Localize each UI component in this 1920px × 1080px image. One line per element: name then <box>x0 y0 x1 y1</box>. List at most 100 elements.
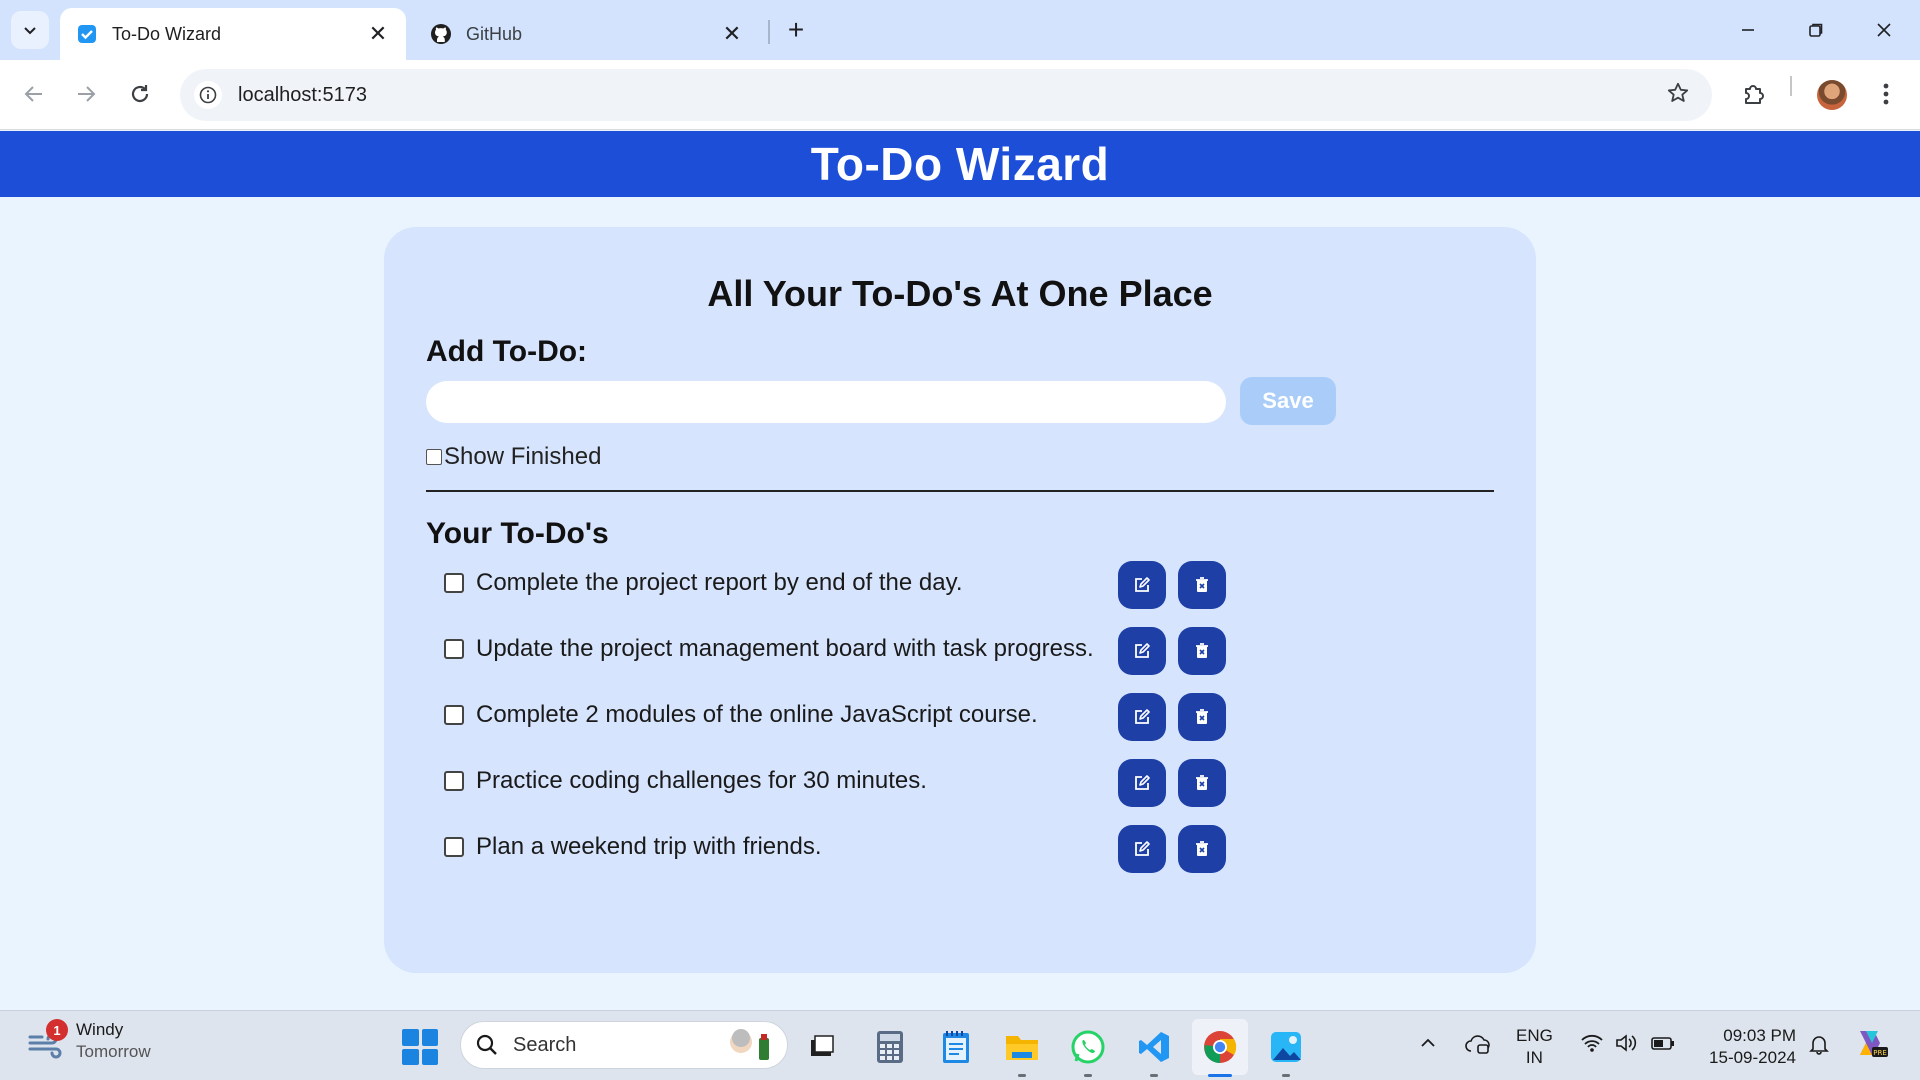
edit-button[interactable] <box>1118 561 1166 609</box>
browser-tab-strip: To-Do Wizard ✕ GitHub ✕ + <box>0 0 1920 60</box>
bookmark-star-icon[interactable] <box>1666 81 1690 110</box>
todo-text: Complete the project report by end of th… <box>476 569 963 596</box>
tab-separator <box>768 20 770 44</box>
todo-list-title: Your To-Do's <box>426 517 609 550</box>
card-title: All Your To-Do's At One Place <box>707 273 1213 314</box>
github-icon <box>430 23 452 45</box>
todo-text: Complete 2 modules of the online JavaScr… <box>476 701 1038 728</box>
clock-time: 09:03 PM <box>1723 1026 1796 1045</box>
edit-button[interactable] <box>1118 627 1166 675</box>
delete-button[interactable] <box>1178 561 1226 609</box>
todo-item: Complete the project report by end of th… <box>442 561 1442 627</box>
site-info-icon[interactable] <box>194 81 222 109</box>
file-explorer-icon[interactable] <box>1000 1025 1044 1077</box>
language-indicator[interactable]: ENG IN <box>1516 1025 1553 1069</box>
battery-icon[interactable] <box>1650 1033 1676 1059</box>
address-bar[interactable]: localhost:5173 <box>180 69 1712 121</box>
trash-icon <box>1196 841 1208 856</box>
chrome-icon[interactable] <box>1192 1019 1248 1077</box>
show-finished-checkbox[interactable] <box>426 449 442 465</box>
weather-title: Windy <box>76 1020 124 1039</box>
running-indicator <box>1018 1074 1026 1077</box>
calculator-icon[interactable] <box>868 1025 912 1069</box>
minimize-icon[interactable] <box>1718 8 1778 52</box>
search-highlight-icon <box>730 1029 769 1060</box>
tab-title: To-Do Wizard <box>112 23 222 44</box>
system-clock[interactable]: 09:03 PM 15-09-2024 <box>1700 1025 1796 1069</box>
edit-button[interactable] <box>1118 693 1166 741</box>
new-tab-plus-icon[interactable]: + <box>780 14 812 46</box>
extensions-puzzle-icon[interactable] <box>1736 76 1772 112</box>
todo-text: Update the project management board with… <box>476 635 1094 662</box>
edit-icon <box>1135 709 1150 724</box>
todo-card: All Your To-Do's At One Place Add To-Do:… <box>384 227 1536 973</box>
windows-start-icon[interactable] <box>402 1029 438 1065</box>
delete-button[interactable] <box>1178 627 1226 675</box>
reload-icon[interactable] <box>120 74 160 114</box>
close-tab-icon[interactable]: ✕ <box>720 21 744 46</box>
todo-item: Complete 2 modules of the online JavaScr… <box>442 693 1442 759</box>
checkbox-favicon-icon <box>76 23 98 45</box>
save-button[interactable]: Save <box>1240 377 1336 425</box>
task-view-icon[interactable] <box>800 1025 844 1069</box>
todo-list: Complete the project report by end of th… <box>442 561 1442 891</box>
todo-checkbox[interactable] <box>444 837 464 857</box>
todo-checkbox[interactable] <box>444 573 464 593</box>
todo-checkbox[interactable] <box>444 639 464 659</box>
tab-search-button[interactable] <box>11 11 49 49</box>
search-icon <box>476 1034 497 1055</box>
add-todo-label: Add To-Do: <box>426 335 588 368</box>
more-menu-icon[interactable] <box>1868 76 1904 112</box>
close-window-icon[interactable] <box>1854 8 1914 52</box>
vscode-icon[interactable] <box>1132 1025 1176 1077</box>
delete-button[interactable] <box>1178 825 1226 873</box>
delete-button[interactable] <box>1178 693 1226 741</box>
todo-checkbox[interactable] <box>444 705 464 725</box>
notepad-icon[interactable] <box>934 1025 978 1069</box>
taskbar-search[interactable]: Search <box>460 1021 788 1069</box>
running-indicator <box>1150 1074 1158 1077</box>
add-todo-input[interactable] <box>426 381 1226 423</box>
tab-github[interactable]: GitHub ✕ <box>414 8 760 60</box>
todo-item: Plan a weekend trip with friends. <box>442 825 1442 891</box>
running-indicator <box>1084 1074 1092 1077</box>
close-tab-icon[interactable]: ✕ <box>366 21 390 46</box>
todo-text: Practice coding challenges for 30 minute… <box>476 767 927 794</box>
back-arrow-icon[interactable] <box>14 74 54 114</box>
running-indicator <box>1282 1074 1290 1077</box>
trash-icon <box>1196 643 1208 658</box>
notification-bell-icon[interactable] <box>1808 1033 1830 1061</box>
edit-icon <box>1135 775 1150 790</box>
whatsapp-icon[interactable] <box>1066 1025 1110 1077</box>
show-finished-label: Show Finished <box>444 443 602 470</box>
chevron-down-icon <box>24 27 36 35</box>
weather-widget[interactable]: 1 Windy Tomorrow <box>24 1019 151 1063</box>
volume-icon[interactable] <box>1614 1033 1638 1059</box>
show-finished-toggle[interactable]: Show Finished <box>426 443 601 471</box>
svg-text:PRE: PRE <box>1873 1049 1887 1057</box>
language-line1: ENG <box>1516 1026 1553 1045</box>
taskbar: 1 Windy Tomorrow Search ENG IN 09:03 PM … <box>0 1010 1920 1080</box>
edit-button[interactable] <box>1118 759 1166 807</box>
forward-arrow-icon[interactable] <box>66 74 106 114</box>
copilot-icon[interactable]: PRE <box>1852 1025 1888 1067</box>
profile-avatar[interactable] <box>1817 80 1847 110</box>
todo-checkbox[interactable] <box>444 771 464 791</box>
app-header: To-Do Wizard <box>0 131 1920 197</box>
restore-icon[interactable] <box>1786 8 1846 52</box>
trash-icon <box>1196 775 1208 790</box>
onedrive-cloud-icon[interactable] <box>1464 1033 1492 1061</box>
language-line2: IN <box>1525 1048 1543 1067</box>
todo-text: Plan a weekend trip with friends. <box>476 833 822 860</box>
edit-button[interactable] <box>1118 825 1166 873</box>
clock-date: 15-09-2024 <box>1709 1048 1796 1067</box>
show-hidden-icons-chevron-icon[interactable] <box>1418 1033 1438 1059</box>
divider <box>426 490 1494 492</box>
delete-button[interactable] <box>1178 759 1226 807</box>
photos-icon[interactable] <box>1264 1025 1308 1077</box>
wind-icon: 1 <box>24 1019 68 1063</box>
wifi-icon[interactable] <box>1580 1033 1604 1059</box>
tab-todo-wizard[interactable]: To-Do Wizard ✕ <box>60 8 406 60</box>
edit-icon <box>1135 643 1150 658</box>
tab-title: GitHub <box>466 23 523 44</box>
